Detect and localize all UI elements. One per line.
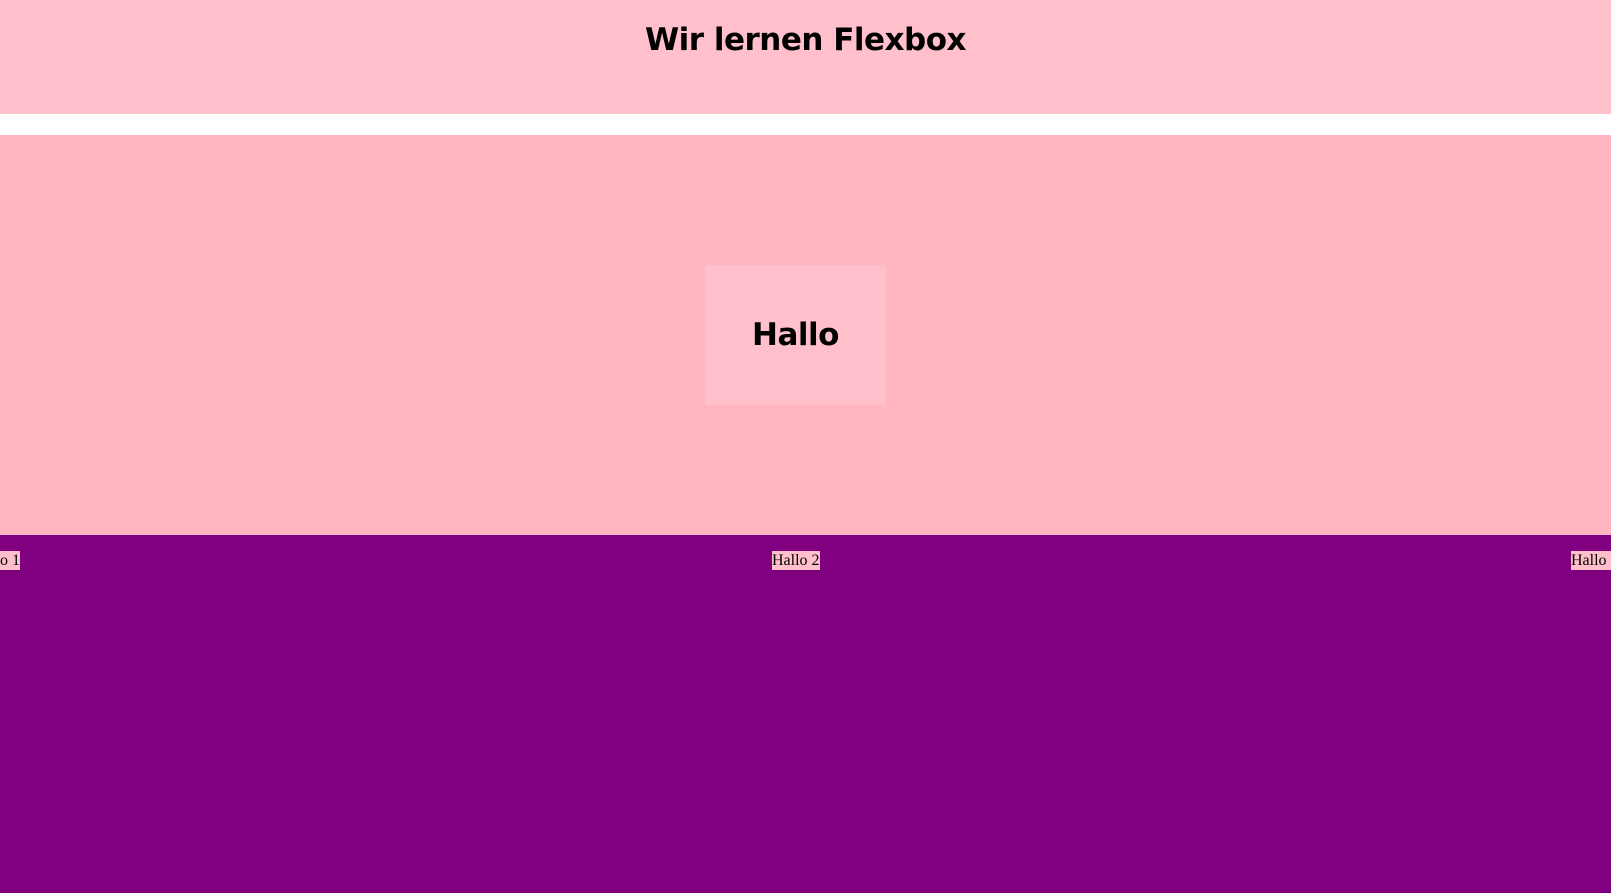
page-title: Wir lernen Flexbox bbox=[644, 22, 967, 58]
flex-item-1: Hallo 1 bbox=[0, 551, 20, 570]
flex-item-3: Hallo 3 bbox=[1571, 551, 1611, 570]
hero-section: Hallo bbox=[0, 135, 1611, 535]
hero-box: Hallo bbox=[705, 265, 886, 405]
page-header: Wir lernen Flexbox bbox=[0, 0, 1611, 114]
flex-item-2: Hallo 2 bbox=[772, 551, 820, 570]
flex-container: Hallo 1 Hallo 2 Hallo 3 bbox=[0, 535, 1611, 893]
hero-box-heading: Hallo bbox=[752, 317, 839, 353]
